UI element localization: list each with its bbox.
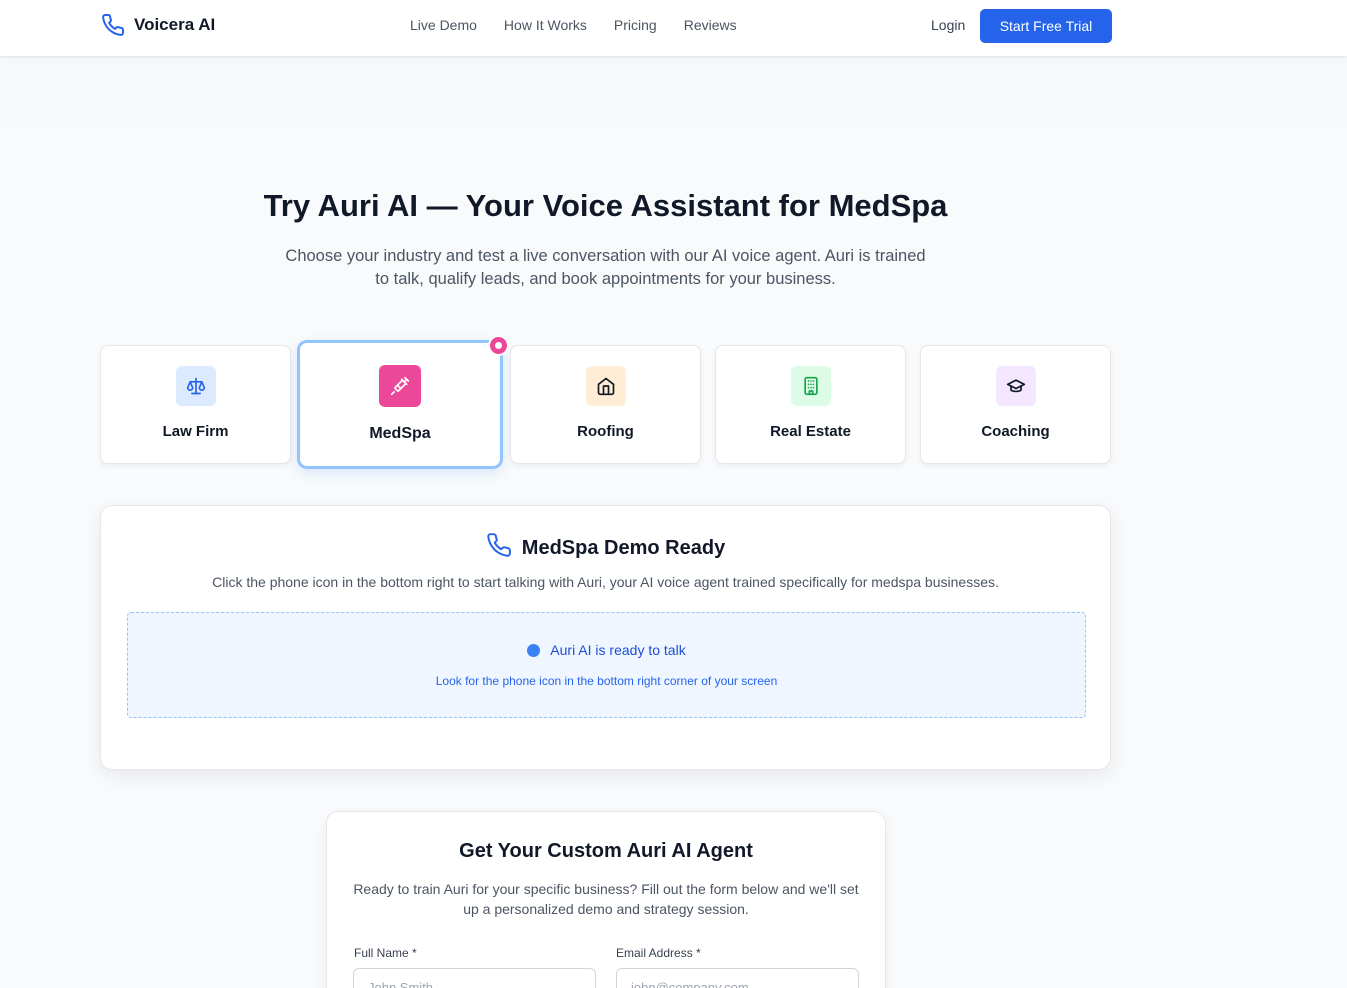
industry-label: Law Firm bbox=[162, 423, 229, 440]
form-description: Ready to train Auri for your specific bu… bbox=[353, 881, 859, 917]
industry-card-law-firm[interactable]: Law Firm bbox=[100, 345, 291, 464]
phone-icon bbox=[486, 532, 512, 564]
industry-card-roofing[interactable]: Roofing bbox=[510, 345, 701, 464]
demo-panel: MedSpa Demo Ready Click the phone icon i… bbox=[100, 505, 1111, 770]
ready-status: Auri AI is ready to talk bbox=[128, 642, 1085, 658]
brand-logo[interactable]: Voicera AI bbox=[100, 12, 215, 38]
scales-icon bbox=[175, 366, 216, 406]
industry-card-coaching[interactable]: Coaching bbox=[920, 345, 1111, 464]
demo-title: MedSpa Demo Ready bbox=[101, 532, 1110, 564]
home-icon bbox=[585, 366, 626, 406]
custom-agent-form: Get Your Custom Auri AI Agent Ready to t… bbox=[326, 811, 886, 988]
main-nav: Live Demo How It Works Pricing Reviews bbox=[410, 17, 737, 33]
nav-reviews[interactable]: Reviews bbox=[684, 17, 737, 33]
form-title: Get Your Custom Auri AI Agent bbox=[459, 840, 753, 862]
building-icon bbox=[790, 366, 831, 406]
email-label: Email Address * bbox=[616, 946, 701, 960]
start-free-trial-button[interactable]: Start Free Trial bbox=[980, 9, 1112, 43]
industry-label: Roofing bbox=[577, 423, 634, 440]
top-nav-bar: Voicera AI Live Demo How It Works Pricin… bbox=[0, 0, 1347, 56]
phone-icon bbox=[100, 12, 126, 38]
selected-indicator bbox=[488, 335, 509, 356]
nav-live-demo[interactable]: Live Demo bbox=[410, 17, 477, 33]
demo-title-text: MedSpa Demo Ready bbox=[521, 536, 726, 559]
industry-card-medspa[interactable]: MedSpa bbox=[297, 335, 509, 469]
industry-card-real-estate[interactable]: Real Estate bbox=[715, 345, 906, 464]
graduation-cap-icon bbox=[995, 366, 1036, 406]
page-title: Try Auri AI — Your Voice Assistant for M… bbox=[263, 188, 948, 223]
hero-band bbox=[0, 56, 1347, 126]
email-input[interactable] bbox=[616, 968, 859, 988]
demo-description: Click the phone icon in the bottom right… bbox=[212, 574, 999, 590]
ready-hint: Look for the phone icon in the bottom ri… bbox=[435, 674, 778, 688]
status-dot-icon bbox=[527, 643, 541, 657]
login-link[interactable]: Login bbox=[931, 17, 965, 33]
industry-label: MedSpa bbox=[369, 425, 431, 442]
full-name-label: Full Name * bbox=[354, 946, 417, 960]
brand-name: Voicera AI bbox=[134, 15, 216, 34]
ready-status-box: Auri AI is ready to talk Look for the ph… bbox=[127, 612, 1086, 718]
syringe-icon bbox=[379, 365, 421, 407]
industry-label: Coaching bbox=[981, 423, 1050, 440]
industry-label: Real Estate bbox=[770, 423, 851, 440]
ready-status-text: Auri AI is ready to talk bbox=[550, 642, 686, 658]
nav-how-it-works[interactable]: How It Works bbox=[504, 17, 587, 33]
nav-pricing[interactable]: Pricing bbox=[614, 17, 657, 33]
hero-subtitle: Choose your industry and test a live con… bbox=[285, 247, 926, 288]
full-name-input[interactable] bbox=[353, 968, 596, 988]
